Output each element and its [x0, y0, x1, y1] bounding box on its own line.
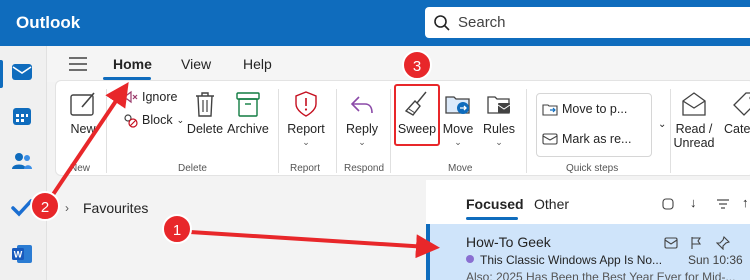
- people-icon[interactable]: [10, 149, 34, 173]
- reply-icon: [350, 96, 373, 114]
- group-new-label: New: [70, 163, 91, 174]
- focused-underline: [466, 217, 518, 220]
- tab-focused[interactable]: Focused: [466, 196, 524, 212]
- categorize-label: Catego: [724, 122, 750, 136]
- search-icon: [434, 15, 450, 31]
- unread-indicator-icon: [466, 255, 474, 263]
- quick-step-mark-as-read[interactable]: Mark as re...: [542, 131, 631, 147]
- jump-up-icon[interactable]: ↑: [742, 195, 749, 210]
- archive-label: Archive: [227, 122, 269, 136]
- separator: [336, 89, 337, 173]
- chevron-down-icon: ⌄: [495, 137, 503, 147]
- group-move-label: Move: [448, 163, 473, 174]
- report-label: Report: [287, 122, 325, 136]
- unread-label: Unread: [673, 136, 715, 150]
- mail-list-item[interactable]: How-To Geek This Classic Windows App Is …: [426, 224, 750, 280]
- title-bar: Outlook Search: [0, 0, 750, 46]
- pin-icon[interactable]: [716, 236, 730, 250]
- rules-button[interactable]: Rules ⌄: [480, 89, 518, 148]
- hamburger-menu-icon[interactable]: [69, 56, 87, 72]
- group-delete-label: Delete: [178, 163, 207, 174]
- calendar-icon[interactable]: [10, 104, 34, 128]
- app-title: Outlook: [16, 13, 81, 32]
- svg-text:W: W: [14, 250, 23, 260]
- quick-step-move-to[interactable]: Move to p...: [542, 101, 627, 117]
- flag-icon[interactable]: [690, 236, 702, 250]
- mail-preview: Also: 2025 Has Been the Best Year Ever f…: [466, 270, 736, 280]
- callout-2: 2: [30, 191, 60, 221]
- report-button[interactable]: Report ⌄: [284, 89, 328, 148]
- ignore-button[interactable]: Ignore: [122, 89, 177, 105]
- mail-sender: How-To Geek: [466, 234, 551, 250]
- mail-list-pane: Focused Other ↓ ↑ How-To Geek This Class…: [426, 180, 750, 280]
- filter-icon[interactable]: [716, 198, 730, 210]
- move-button[interactable]: Move ⌄: [438, 89, 478, 148]
- ignore-icon: [123, 90, 138, 104]
- tab-other[interactable]: Other: [534, 196, 569, 212]
- chevron-right-icon[interactable]: ›: [65, 201, 69, 215]
- block-label: Block: [142, 113, 173, 127]
- report-shield-icon: [295, 91, 317, 117]
- separator: [670, 89, 671, 173]
- reply-button[interactable]: Reply ⌄: [342, 89, 382, 148]
- move-label: Move: [442, 122, 474, 136]
- rules-label: Rules: [483, 122, 515, 136]
- search-box[interactable]: Search: [425, 7, 750, 38]
- rules-icon: [487, 96, 511, 114]
- chevron-down-icon: ⌄: [302, 137, 310, 147]
- envelope-open-icon: [682, 92, 706, 116]
- quick-steps-chevron-icon[interactable]: ⌄: [658, 119, 666, 130]
- move-to-label: Move to p...: [562, 102, 628, 116]
- read-label: Read /: [675, 122, 713, 136]
- block-button[interactable]: Block ⌄: [122, 112, 184, 128]
- favourites-folder[interactable]: Favourites: [83, 200, 148, 216]
- read-unread-button[interactable]: Read / Unread: [672, 89, 716, 150]
- separator: [278, 89, 279, 173]
- mark-unread-icon[interactable]: [664, 237, 678, 249]
- move-to-folder-icon: [542, 104, 558, 116]
- mail-time: Sun 10:36: [688, 253, 743, 267]
- archive-button[interactable]: Archive: [226, 89, 270, 136]
- select-icon[interactable]: [662, 198, 674, 210]
- compose-icon: [70, 92, 95, 116]
- group-report-label: Report: [290, 163, 321, 174]
- categorize-button[interactable]: Catego: [724, 89, 750, 136]
- mark-read-icon: [542, 133, 558, 145]
- trash-icon: [196, 92, 214, 117]
- tab-home[interactable]: Home: [113, 56, 152, 72]
- block-icon: [124, 114, 138, 128]
- new-label: New: [70, 122, 96, 136]
- separator: [526, 89, 527, 173]
- mark-as-label: Mark as re...: [562, 132, 632, 146]
- delete-button[interactable]: Delete: [184, 89, 226, 136]
- new-mail-button[interactable]: New: [64, 89, 102, 136]
- tab-help[interactable]: Help: [243, 56, 272, 72]
- callout-3: 3: [402, 50, 432, 80]
- chevron-down-icon: ⌄: [358, 137, 366, 147]
- separator: [106, 89, 107, 173]
- chevron-down-icon: ⌄: [176, 114, 185, 125]
- move-folder-icon: [445, 96, 470, 114]
- delete-label: Delete: [186, 122, 224, 136]
- ribbon-tabs: Home View Help: [47, 46, 750, 82]
- mail-subject: This Classic Windows App Is No...: [480, 253, 663, 267]
- sweep-highlight-box: [394, 84, 440, 146]
- reply-label: Reply: [346, 122, 378, 136]
- chevron-down-icon: ⌄: [454, 137, 462, 147]
- archive-icon: [236, 92, 260, 117]
- separator: [390, 89, 391, 173]
- group-respond-label: Respond: [344, 163, 385, 174]
- tab-view[interactable]: View: [181, 56, 211, 72]
- sort-icon[interactable]: ↓: [690, 195, 697, 210]
- mail-icon[interactable]: [10, 60, 34, 84]
- rail-selection-indicator: [0, 60, 3, 88]
- app-rail: W: [0, 46, 47, 280]
- search-placeholder: Search: [458, 14, 506, 31]
- tag-icon: [733, 92, 750, 116]
- ignore-label: Ignore: [142, 90, 178, 104]
- callout-1: 1: [162, 214, 192, 244]
- group-quick-steps-label: Quick steps: [566, 163, 619, 174]
- word-icon[interactable]: W: [10, 242, 34, 266]
